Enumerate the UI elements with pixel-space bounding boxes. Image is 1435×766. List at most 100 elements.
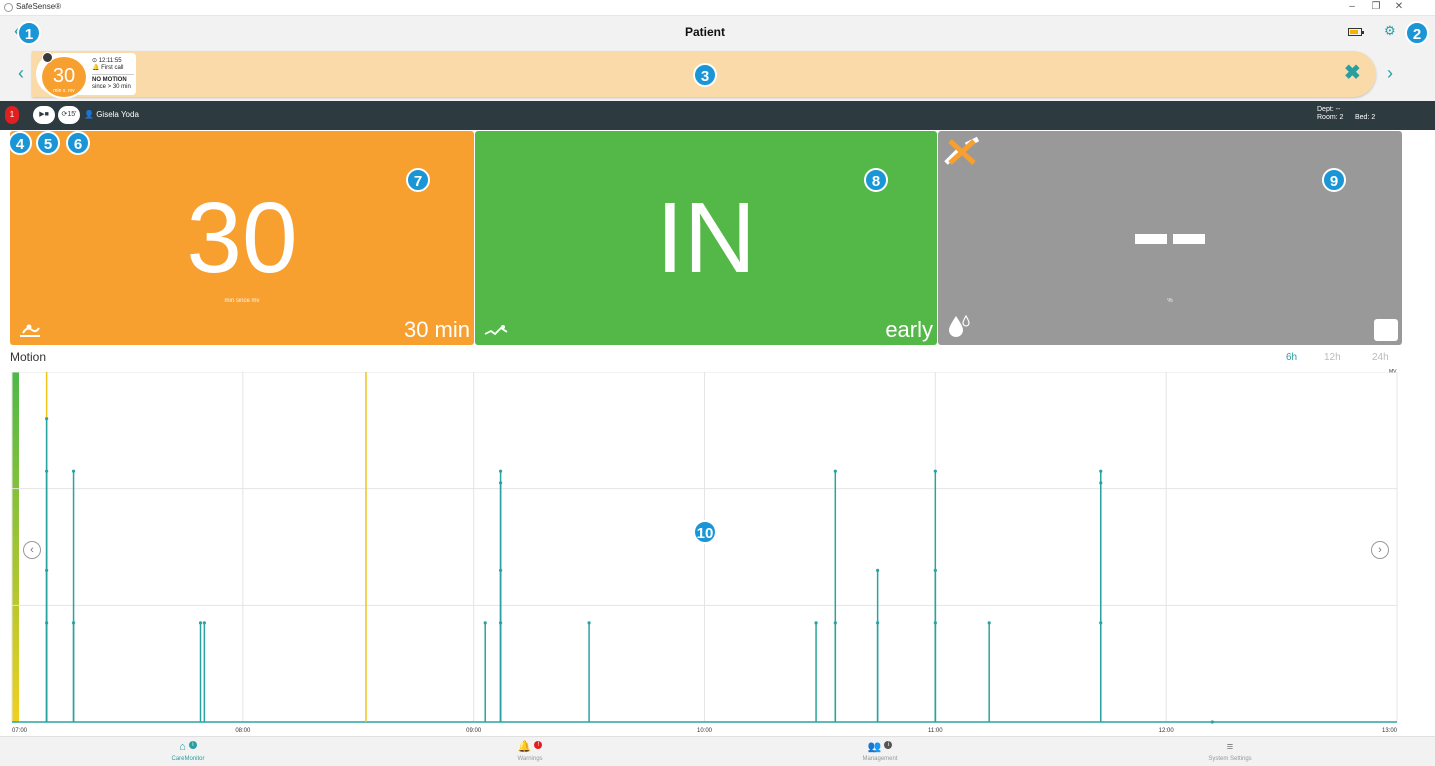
patient-name: 👤 Gisela Yoda — [84, 110, 139, 119]
alert-info: ⊙ 12:11:55 🔔 First call NO MOTION since … — [92, 58, 134, 91]
motion-point — [1099, 621, 1103, 625]
callout-badge-8: 8 — [864, 168, 888, 192]
caremonitor-dot: i — [188, 741, 197, 749]
battery-icon — [1348, 28, 1364, 36]
callout-badge-1: 1 — [17, 21, 41, 45]
motion-point — [833, 621, 837, 625]
nav-system-settings[interactable]: ≡ System Settings — [1170, 741, 1290, 762]
callout-badge-9: 9 — [1322, 168, 1346, 192]
motion-point — [587, 621, 591, 625]
callout-badge-4: 4 — [8, 131, 32, 155]
bell-icon: 🔔 — [517, 741, 532, 753]
motion-point — [71, 621, 76, 625]
play-stop-button[interactable]: ▶■ — [33, 106, 55, 124]
alert-status: NO MOTION — [92, 77, 127, 83]
alert-row: ‹ 30 min s. mv ⊙ 12:11:55 🔔 First call N… — [0, 48, 1435, 101]
patient-location: Dept: -- Room: 2 — [1317, 106, 1343, 122]
bed-label: Bed: 2 — [1355, 114, 1376, 121]
window-titlebar: SafeSense® – ❐ ✕ — [0, 0, 1435, 16]
patient-bar: 1 ▶■ ⟳15' 👤 Gisela Yoda Dept: -- Room: 2… — [0, 101, 1435, 130]
window-title: SafeSense® — [16, 2, 62, 11]
motion-point — [202, 621, 206, 625]
chart-status-bar — [12, 372, 19, 722]
nav-warnings[interactable]: 🔔 ! Warnings — [470, 741, 590, 762]
nav-label: System Settings — [1208, 756, 1252, 762]
callout-badge-7: 7 — [406, 168, 430, 192]
motion-point — [933, 568, 937, 572]
page-title: Patient — [684, 25, 725, 39]
x-tick-label: 08:00 — [235, 728, 251, 734]
motion-sensor-icon — [42, 52, 53, 63]
callout-badge-6: 6 — [66, 131, 90, 155]
alert-since: since > 30 min — [92, 84, 131, 90]
management-dot: i — [884, 741, 893, 749]
motion-point — [198, 621, 203, 625]
motion-sensor-icon — [18, 322, 42, 341]
bed-presence-tile[interactable]: IN early — [475, 131, 937, 345]
motion-point — [498, 481, 503, 485]
dismiss-alert-button[interactable]: ✖ — [1344, 62, 1361, 84]
nav-label: CareMonitor — [171, 756, 205, 762]
alert-card: 30 min s. mv ⊙ 12:11:55 🔔 First call NO … — [36, 52, 136, 99]
room-label: Room: 2 — [1317, 114, 1344, 121]
motion-point — [876, 621, 880, 625]
app-logo-icon — [4, 3, 13, 12]
callout-badge-5: 5 — [36, 131, 60, 155]
motion-point — [498, 469, 503, 473]
motion-chart: 07:00 08:00 09:00 10:00 11:00 12:00 13:00 — [11, 372, 1398, 734]
alarm-count-badge[interactable]: 1 — [5, 106, 19, 124]
x-tick-label: 11:00 — [928, 728, 943, 734]
motion-point — [1099, 481, 1103, 485]
x-tick-label: 07:00 — [12, 728, 28, 734]
chart-title: Motion — [10, 350, 47, 364]
motion-point — [45, 568, 49, 572]
chart-next-button[interactable]: › — [1371, 541, 1389, 559]
motion-point — [933, 621, 937, 625]
warnings-dot: ! — [534, 741, 543, 749]
motion-point — [45, 469, 49, 473]
motion-point — [876, 568, 880, 572]
alert-prev-button[interactable]: ‹ — [18, 62, 24, 84]
close-window-button[interactable]: ✕ — [1389, 1, 1409, 13]
motion-point — [71, 469, 76, 473]
users-icon: 👥 — [867, 741, 882, 753]
motion-tile[interactable]: 30 min since mv 30 min — [10, 131, 474, 345]
x-tick-label: 12:00 — [1159, 728, 1175, 734]
dept-label: Dept: -- — [1317, 106, 1341, 113]
alert-value: 30 — [52, 65, 76, 87]
motion-point — [45, 621, 49, 625]
bed-exit-icon — [483, 324, 511, 341]
nav-caremonitor[interactable]: ⌂ i CareMonitor — [128, 741, 248, 762]
motion-value: 30 — [186, 182, 298, 294]
range-12h-button[interactable]: 12h — [1324, 352, 1341, 363]
wetness-value: -- — [938, 231, 1402, 249]
motion-sub-label: min since mv — [224, 298, 260, 304]
motion-point — [1099, 469, 1103, 473]
callout-badge-10: 10 — [693, 520, 717, 544]
droplet-icon — [946, 314, 972, 341]
range-24h-button[interactable]: 24h — [1372, 352, 1389, 363]
alert-time: ⊙ 12:11:55 — [92, 58, 122, 64]
chart-prev-button[interactable]: ‹ — [23, 541, 41, 559]
nav-label: Warnings — [517, 756, 543, 762]
callout-badge-3: 3 — [693, 63, 717, 87]
wetness-status-square — [1374, 319, 1398, 341]
range-6h-button[interactable]: 6h — [1286, 352, 1297, 363]
motion-point — [933, 469, 937, 473]
alert-next-button[interactable]: › — [1387, 62, 1393, 84]
sliders-icon: ≡ — [1226, 741, 1234, 753]
x-tick-label: 09:00 — [466, 728, 482, 734]
nav-management[interactable]: 👥 i Management — [820, 741, 940, 762]
wetness-tile[interactable]: -- % — [938, 131, 1402, 345]
minimize-button[interactable]: – — [1342, 1, 1362, 13]
alert-value-unit: min s. mv — [53, 88, 75, 94]
alert-call: 🔔 First call — [92, 65, 124, 71]
interval-button[interactable]: ⟳15' — [58, 106, 80, 124]
motion-point — [987, 621, 991, 625]
settings-gear-icon[interactable]: ⚙ — [1384, 23, 1396, 39]
motion-point — [45, 417, 49, 421]
restore-button[interactable]: ❐ — [1366, 1, 1386, 13]
app-root: SafeSense® – ❐ ✕ ‹ Patient ⚙ ‹ 30 min s.… — [0, 0, 1435, 766]
nav-label: Management — [862, 756, 898, 762]
x-tick-label: 10:00 — [697, 728, 713, 734]
